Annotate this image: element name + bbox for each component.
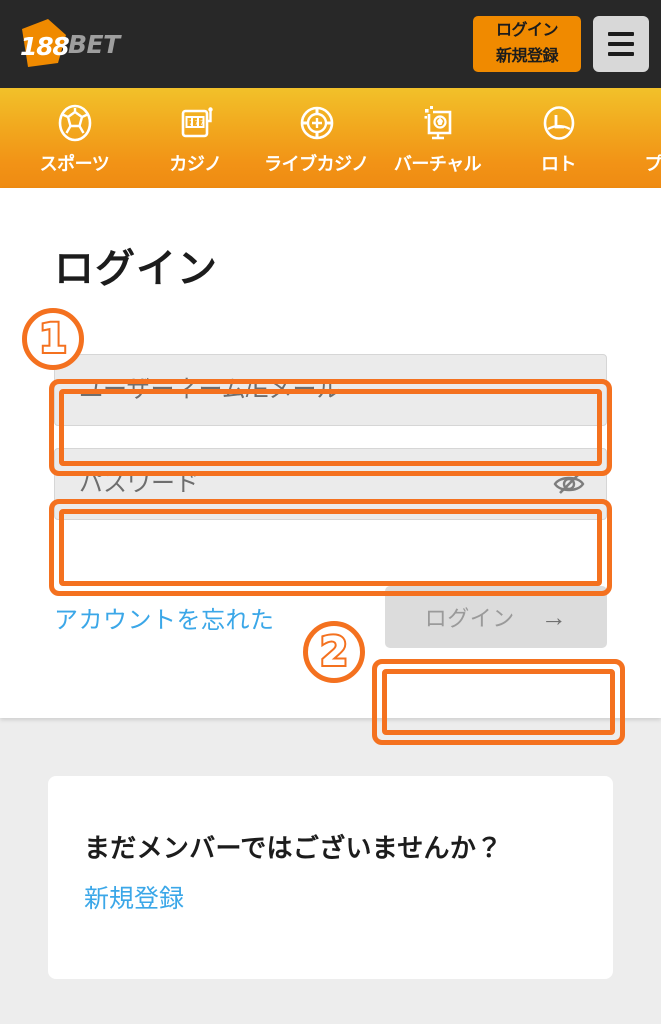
nav-label-casino: カジノ (169, 153, 222, 174)
menu-bar-2 (608, 42, 634, 46)
nav-label-promotion: プロモー (644, 153, 661, 174)
password-input[interactable] (54, 448, 607, 520)
menu-bar-3 (608, 52, 634, 56)
login-submit-label: ログイン (424, 606, 515, 631)
signup-link[interactable]: 新規登録 (84, 879, 184, 915)
logo-text-primary: 188 (20, 32, 70, 61)
forgot-account-link[interactable]: アカウントを忘れた (54, 600, 275, 635)
signup-prompt: まだメンバーではございませんか？ (84, 833, 503, 863)
menu-bar-1 (608, 32, 634, 36)
gift-icon (658, 101, 661, 145)
lotto-icon (537, 101, 581, 145)
login-form (0, 354, 661, 520)
hamburger-menu-icon[interactable] (593, 16, 649, 72)
primary-nav: スポーツ 7 7 7 カジノ ライブカジノ バーチャル ロト プ (0, 88, 661, 188)
nav-item-promotion[interactable]: プロモー (619, 101, 661, 176)
site-header: 188 BET ログイン 新規登録 (0, 0, 661, 88)
nav-item-live-casino[interactable]: ライブカジノ (256, 101, 377, 176)
header-actions: ログイン 新規登録 (473, 16, 649, 72)
username-input[interactable] (54, 354, 607, 426)
login-submit-button[interactable]: ログイン → (385, 586, 607, 648)
page-title: ログイン (54, 247, 218, 291)
signup-card: まだメンバーではございませんか？ 新規登録 (48, 776, 613, 979)
logo-text-secondary: BET (68, 29, 120, 59)
nav-item-casino[interactable]: 7 7 7 カジノ (135, 101, 256, 176)
login-register-button[interactable]: ログイン 新規登録 (473, 16, 581, 72)
svg-text:7: 7 (194, 120, 198, 127)
signup-section: まだメンバーではございませんか？ 新規登録 (0, 718, 661, 979)
nav-item-virtual[interactable]: バーチャル (377, 101, 498, 176)
soccer-ball-icon (53, 101, 97, 145)
header-login-label: ログイン (495, 22, 559, 39)
slot-machine-icon: 7 7 7 (174, 101, 218, 145)
casino-chip-icon (295, 101, 339, 145)
svg-text:7: 7 (189, 120, 193, 127)
nav-label-virtual: バーチャル (393, 153, 482, 174)
arrow-right-icon: → (540, 601, 568, 632)
eye-off-icon[interactable] (547, 462, 591, 506)
svg-text:7: 7 (200, 120, 204, 127)
site-logo[interactable]: 188 BET (14, 15, 120, 73)
nav-label-sports: スポーツ (39, 153, 110, 174)
username-field-wrapper (54, 354, 607, 426)
logo-badge-icon: 188 (14, 15, 72, 73)
login-panel: ログイン アカウントを忘れた ログイン → (0, 188, 661, 718)
nav-item-lotto[interactable]: ロト (498, 101, 619, 176)
nav-item-sports[interactable]: スポーツ (14, 101, 135, 176)
login-actions: アカウントを忘れた ログイン → (0, 586, 661, 648)
virtual-monitor-icon (416, 101, 460, 145)
password-field-wrapper (54, 448, 607, 520)
header-register-label: 新規登録 (495, 48, 559, 65)
nav-label-lotto: ロト (541, 153, 577, 174)
app-root: 188 BET ログイン 新規登録 スポーツ 7 7 7 カジノ ライブカジノ … (0, 0, 661, 1024)
nav-label-live-casino: ライブカジノ (264, 153, 369, 174)
